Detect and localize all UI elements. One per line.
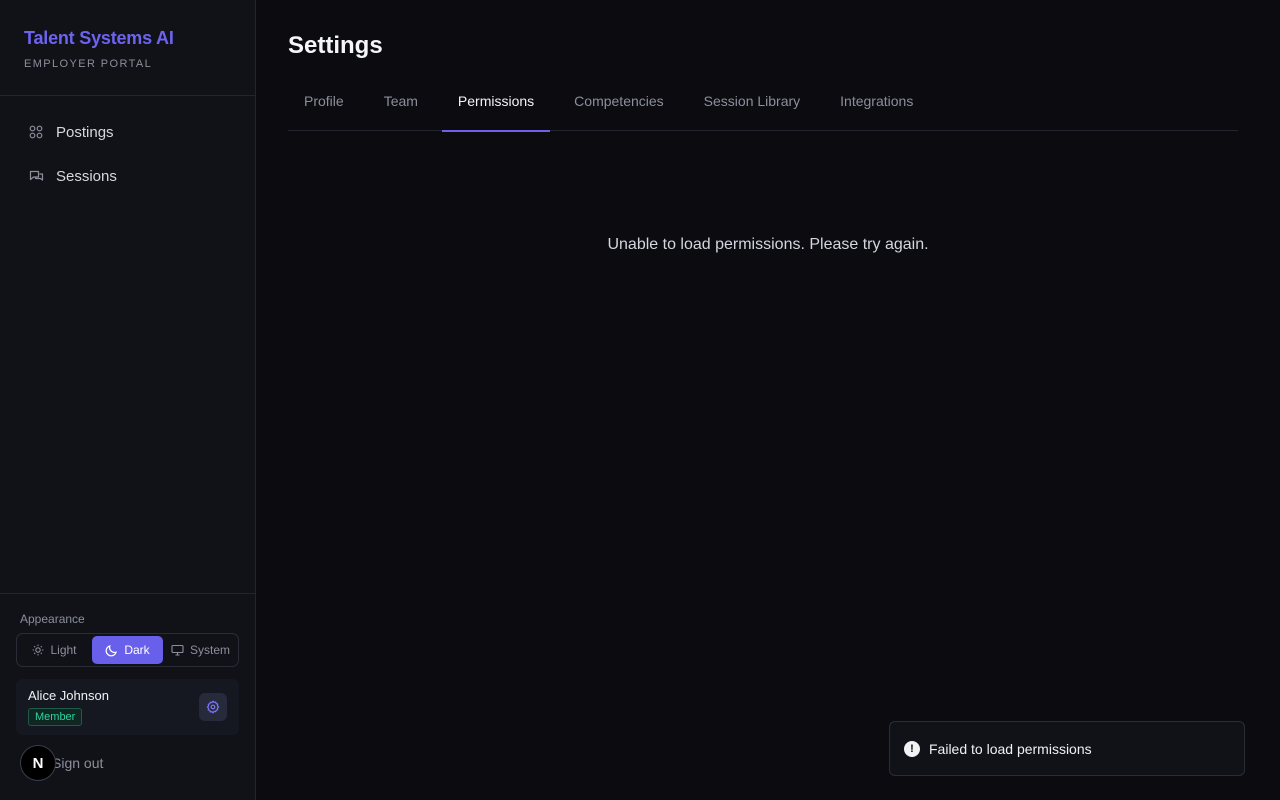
framework-badge[interactable]: N	[20, 745, 56, 781]
theme-switcher: Light Dark System	[16, 633, 239, 667]
appearance-label: Appearance	[20, 612, 85, 626]
signout-row: N Sign out	[16, 745, 239, 781]
brand-title[interactable]: Talent Systems AI	[24, 28, 231, 49]
signout-button[interactable]: Sign out	[52, 755, 103, 771]
user-name: Alice Johnson	[28, 688, 109, 703]
sidebar-nav: Postings Sessions	[0, 96, 255, 198]
tab-profile[interactable]: Profile	[288, 92, 360, 131]
page-title: Settings	[288, 32, 383, 59]
brand: Talent Systems AI EMPLOYER PORTAL	[0, 0, 255, 96]
sun-icon	[33, 644, 44, 656]
error-message: Unable to load permissions. Please try a…	[607, 236, 929, 253]
theme-dark-label: Dark	[124, 643, 150, 657]
tab-session-library[interactable]: Session Library	[688, 92, 817, 131]
grid-icon	[28, 124, 44, 140]
toast-message: Failed to load permissions	[929, 740, 1092, 757]
brand-subtitle: EMPLOYER PORTAL	[24, 58, 153, 70]
chat-icon	[28, 168, 44, 184]
main-content: Settings Profile Team Permissions Compet…	[256, 0, 1280, 800]
theme-dark-button[interactable]: Dark	[92, 636, 163, 664]
sidebar-item-label: Postings	[56, 123, 114, 141]
sidebar-item-sessions[interactable]: Sessions	[0, 154, 255, 198]
sidebar-item-postings[interactable]: Postings	[0, 110, 255, 154]
theme-system-button[interactable]: System	[165, 636, 236, 664]
role-badge: Member	[28, 708, 83, 726]
theme-system-label: System	[189, 643, 230, 657]
user-settings-button[interactable]	[199, 693, 227, 721]
theme-light-label: Light	[50, 643, 77, 657]
sidebar-footer: Appearance Light Dark System Alice Johns…	[0, 593, 255, 800]
error-toast[interactable]: ! Failed to load permissions	[889, 721, 1245, 776]
sidebar: Talent Systems AI EMPLOYER PORTAL Postin…	[0, 0, 256, 800]
sidebar-item-label: Sessions	[56, 167, 117, 185]
alert-icon: !	[904, 740, 920, 757]
tab-team[interactable]: Team	[368, 92, 434, 131]
gear-icon	[206, 700, 220, 714]
tab-competencies[interactable]: Competencies	[558, 92, 680, 131]
settings-tabs: Profile Team Permissions Competencies Se…	[288, 92, 1238, 132]
moon-icon	[105, 644, 118, 656]
tab-integrations[interactable]: Integrations	[824, 92, 929, 131]
user-info: Alice Johnson Member	[28, 688, 109, 726]
user-card: Alice Johnson Member	[16, 679, 239, 735]
app-root: Talent Systems AI EMPLOYER PORTAL Postin…	[0, 0, 1280, 800]
monitor-icon	[171, 644, 184, 656]
tab-permissions[interactable]: Permissions	[441, 92, 551, 132]
theme-light-button[interactable]: Light	[19, 636, 90, 664]
